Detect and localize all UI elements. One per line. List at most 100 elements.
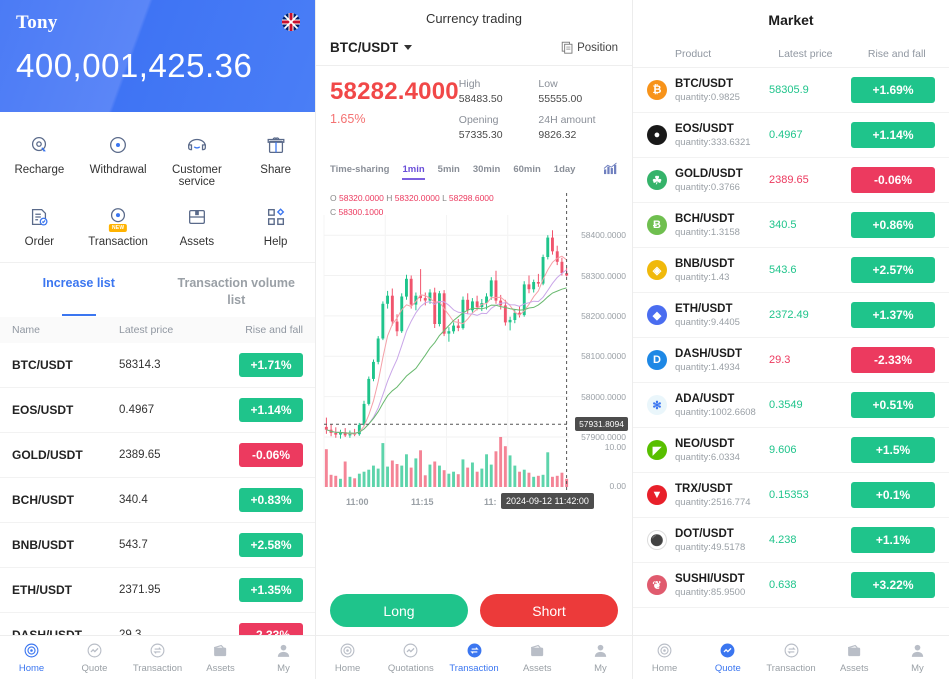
new-badge: NEW — [108, 224, 128, 232]
status-badge: +1.71% — [239, 352, 303, 377]
market-row[interactable]: ☘ GOLD/USDT quantity:0.3766 2389.65 -0.06% — [633, 158, 949, 203]
interval-tab-30min[interactable]: 30min — [473, 164, 500, 178]
tab-transaction-volume-list[interactable]: Transaction volume list — [158, 275, 316, 309]
quick-action-assets[interactable]: Assets — [158, 198, 237, 258]
person-icon — [252, 642, 315, 660]
interval-tab-1min[interactable]: 1min — [402, 164, 425, 180]
status-badge: +0.1% — [851, 482, 935, 508]
nav-item-transaction[interactable]: Transaction — [759, 642, 822, 674]
candlestick-chart[interactable]: O 58320.0000 H 58320.0000 L 58298.6000 C… — [316, 187, 632, 527]
long-button[interactable]: Long — [330, 594, 468, 627]
nav-item-transaction[interactable]: Transaction — [126, 642, 189, 674]
quick-action-help[interactable]: Help — [236, 198, 315, 258]
market-symbol: TRX/USDT — [675, 482, 733, 495]
nav-item-my[interactable]: My — [886, 642, 949, 674]
uk-flag-icon[interactable] — [281, 12, 301, 32]
volume-axis-tick: 10.00 — [604, 442, 626, 452]
nav-item-label: Assets — [522, 662, 552, 674]
home-icon — [633, 642, 696, 660]
table-row[interactable]: BNB/USDT 543.7 +2.58% — [0, 523, 315, 568]
table-row[interactable]: ETH/USDT 2371.95 +1.35% — [0, 568, 315, 613]
quick-action-customer-service[interactable]: Customer service — [158, 126, 237, 198]
bottom-nav: Home Quote Transaction Assets My — [0, 635, 315, 679]
nav-item-assets[interactable]: Assets — [506, 642, 569, 674]
quick-action-label: Recharge — [14, 164, 65, 176]
quote-icon — [696, 642, 759, 660]
table-row[interactable]: EOS/USDT 0.4967 +1.14% — [0, 388, 315, 433]
quick-actions-row-2: Order NEW Transaction Assets Help — [0, 198, 315, 258]
pair-selector[interactable]: BTC/USDT — [330, 40, 413, 55]
row-symbol: BTC/USDT — [12, 357, 73, 372]
table-row[interactable]: BCH/USDT 340.4 +0.83% — [0, 478, 315, 523]
interval-tab-60min[interactable]: 60min — [513, 164, 540, 178]
nav-item-assets[interactable]: Assets — [823, 642, 886, 674]
short-button[interactable]: Short — [480, 594, 618, 627]
nav-item-quotations[interactable]: Quotations — [379, 642, 442, 674]
market-row[interactable]: Ƀ BCH/USDT quantity:1.3158 340.5 +0.86% — [633, 203, 949, 248]
interval-tab-1day[interactable]: 1day — [554, 164, 576, 178]
transaction-icon — [759, 642, 822, 660]
trading-panel: Currency trading BTC/USDT Position 58282… — [316, 0, 633, 679]
home-icon — [316, 642, 379, 660]
market-row[interactable]: ❦ SUSHI/USDT quantity:85.9500 0.638 +3.22% — [633, 563, 949, 608]
market-symbol: DASH/USDT — [675, 347, 743, 360]
time-axis-tick: 11:15 — [411, 497, 434, 507]
nav-item-label: Transaction — [449, 662, 499, 674]
market-row[interactable]: ◤ NEO/USDT quantity:6.0334 9.606 +1.5% — [633, 428, 949, 473]
bar-chart-indicator-icon[interactable] — [603, 162, 618, 180]
market-row[interactable]: D DASH/USDT quantity:1.4934 29.3 -2.33% — [633, 338, 949, 383]
quick-action-share[interactable]: Share — [236, 126, 315, 198]
market-quantity: quantity:1.43 — [675, 271, 730, 283]
row-symbol: BNB/USDT — [12, 537, 74, 552]
coin-icon: D — [647, 350, 667, 370]
tab-increase-list[interactable]: Increase list — [0, 275, 158, 309]
market-symbol: BNB/USDT — [675, 257, 735, 270]
interval-tab-time-sharing[interactable]: Time-sharing — [330, 164, 389, 178]
quick-action-withdrawal[interactable]: Withdrawal — [79, 126, 158, 198]
market-row[interactable]: ₿ BTC/USDT quantity:0.9825 58305.9 +1.69% — [633, 68, 949, 113]
interval-tab-5min[interactable]: 5min — [438, 164, 460, 178]
quote-stat: Opening 57335.30 — [459, 114, 539, 141]
account-hero: Tony 400,001,425.36 — [0, 0, 315, 112]
account-balance: 400,001,425.36 — [16, 47, 253, 84]
table-row[interactable]: GOLD/USDT 2389.65 -0.06% — [0, 433, 315, 478]
chevron-down-icon — [404, 45, 413, 50]
quick-action-recharge[interactable]: Recharge — [0, 126, 79, 198]
status-badge: +2.58% — [239, 532, 303, 557]
nav-item-label: Quote — [81, 662, 108, 674]
row-price: 2389.65 — [118, 448, 161, 461]
quick-action-order[interactable]: Order — [0, 198, 79, 258]
status-badge: +0.51% — [851, 392, 935, 418]
nav-item-quote[interactable]: Quote — [696, 642, 759, 674]
market-row[interactable]: ✻ ADA/USDT quantity:1002.6608 0.3549 +0.51% — [633, 383, 949, 428]
home-panel: Tony 400,001,425.36 Recharge Withdrawal … — [0, 0, 316, 679]
crosshair-time-tooltip: 2024-09-12 11:42:00 — [501, 493, 594, 509]
market-row[interactable]: ◆ ETH/USDT quantity:9.4405 2372.49 +1.37% — [633, 293, 949, 338]
coin-icon: ✻ — [647, 395, 667, 415]
row-price: 543.7 — [118, 538, 148, 551]
three-panel-app: Tony 400,001,425.36 Recharge Withdrawal … — [0, 0, 949, 679]
nav-item-label: Home — [334, 662, 361, 674]
market-quantity: quantity:49.5178 — [675, 541, 746, 553]
nav-item-my[interactable]: My — [252, 642, 315, 674]
market-symbol: NEO/USDT — [675, 437, 735, 450]
market-row[interactable]: ▼ TRX/USDT quantity:2516.774 0.15353 +0.1% — [633, 473, 949, 518]
nav-item-label: Transaction — [132, 662, 183, 674]
position-button[interactable]: Position — [561, 41, 618, 54]
column-latest-price: Latest price — [778, 48, 833, 60]
market-row[interactable]: ◈ BNB/USDT quantity:1.43 543.6 +2.57% — [633, 248, 949, 293]
table-row[interactable]: BTC/USDT 58314.3 +1.71% — [0, 343, 315, 388]
market-row[interactable]: ● EOS/USDT quantity:333.6321 0.4967 +1.14% — [633, 113, 949, 158]
nav-item-my[interactable]: My — [569, 642, 632, 674]
quick-action-transaction[interactable]: NEW Transaction — [79, 198, 158, 258]
market-row[interactable]: ⚫ DOT/USDT quantity:49.5178 4.238 +1.1% — [633, 518, 949, 563]
person-icon — [886, 642, 949, 660]
nav-item-transaction[interactable]: Transaction — [442, 642, 505, 674]
nav-item-home[interactable]: Home — [0, 642, 63, 674]
nav-item-home[interactable]: Home — [633, 642, 696, 674]
market-price: 2389.65 — [769, 174, 809, 186]
nav-item-assets[interactable]: Assets — [189, 642, 252, 674]
nav-item-quote[interactable]: Quote — [63, 642, 126, 674]
nav-item-home[interactable]: Home — [316, 642, 379, 674]
nav-item-label: My — [594, 662, 607, 674]
